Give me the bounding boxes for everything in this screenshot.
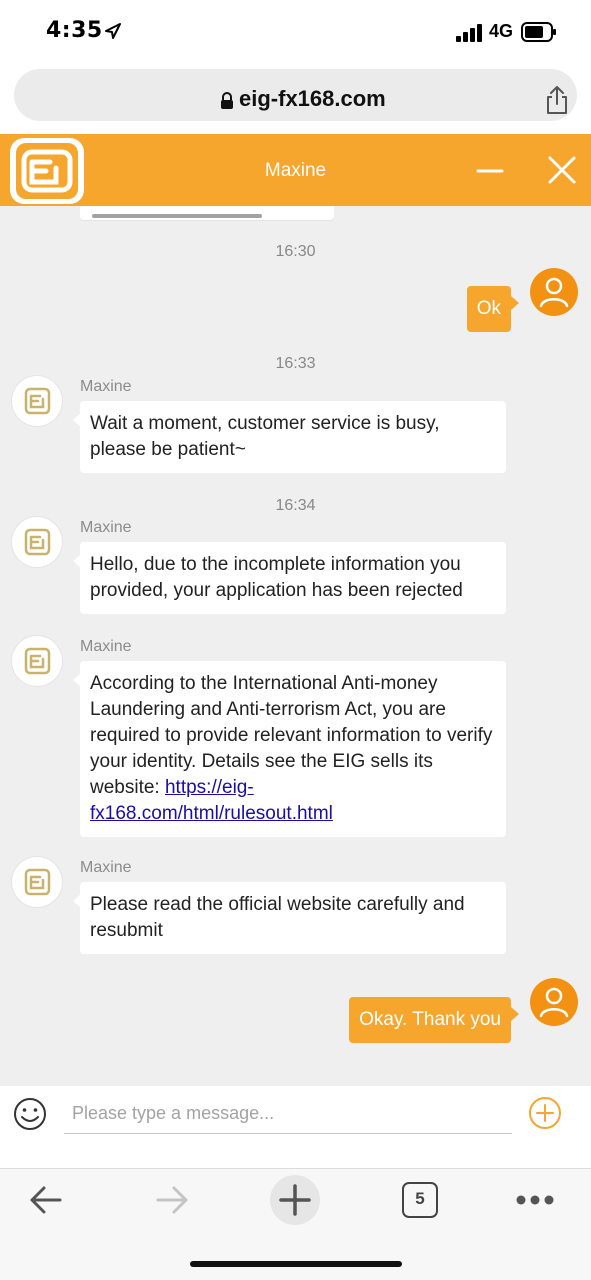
emoji-icon[interactable] [12,1096,48,1132]
new-tab-button[interactable] [270,1175,320,1225]
agent-message-bubble: According to the International Anti-mone… [73,661,506,837]
clipped-message-bubble [80,206,334,220]
agent-message-text: According to the International Anti-mone… [90,673,493,798]
sender-name: Maxine [80,638,132,655]
agent-avatar [12,636,62,686]
timestamp: 16:30 [275,243,316,260]
tabs-count-button[interactable]: 5 [402,1182,438,1218]
sender-name: Maxine [80,859,132,876]
user-avatar [530,268,578,316]
lock-icon [221,92,233,109]
network-type: 4G [489,21,514,41]
agent-message-bubble: Please read the official website careful… [73,882,506,954]
location-arrow-icon [105,23,121,39]
minimize-icon[interactable] [474,156,506,186]
timestamp: 16:33 [275,355,316,372]
back-icon[interactable] [26,1180,66,1220]
eig-logo-icon [24,528,51,556]
eig-logo-icon [24,868,51,896]
eig-logo-icon [24,387,51,415]
user-avatar [530,978,578,1026]
agent-avatar [12,376,62,426]
sender-name: Maxine [80,519,132,536]
url-field[interactable]: eig-fx168.com [14,69,577,121]
forward-icon[interactable] [152,1180,192,1220]
status-bar: 4:35 4G [0,0,591,62]
agent-message-bubble: Wait a moment, customer service is busy,… [73,401,506,473]
signal-icon [456,24,482,42]
plus-icon [279,1184,311,1216]
user-icon [539,987,569,1018]
address-bar: eig-fx168.com [0,62,591,134]
sender-name: Maxine [80,378,132,395]
message-input[interactable] [64,1094,512,1134]
plus-circle-icon[interactable] [527,1095,563,1131]
battery-icon [521,22,556,42]
user-message-bubble: Okay. Thank you [349,997,519,1043]
home-indicator[interactable] [190,1261,402,1267]
eig-logo-icon [24,647,51,675]
user-icon [539,277,569,308]
user-message-bubble: Ok [466,286,520,332]
status-time: 4:35 [46,18,103,43]
share-icon[interactable] [544,85,570,115]
close-icon[interactable] [544,152,580,188]
timestamp: 16:34 [275,497,316,514]
agent-avatar [12,857,62,907]
agent-avatar [12,517,62,567]
url-text: eig-fx168.com [239,86,386,111]
agent-message-bubble: Hello, due to the incomplete information… [73,542,506,614]
more-icon[interactable] [514,1190,556,1210]
